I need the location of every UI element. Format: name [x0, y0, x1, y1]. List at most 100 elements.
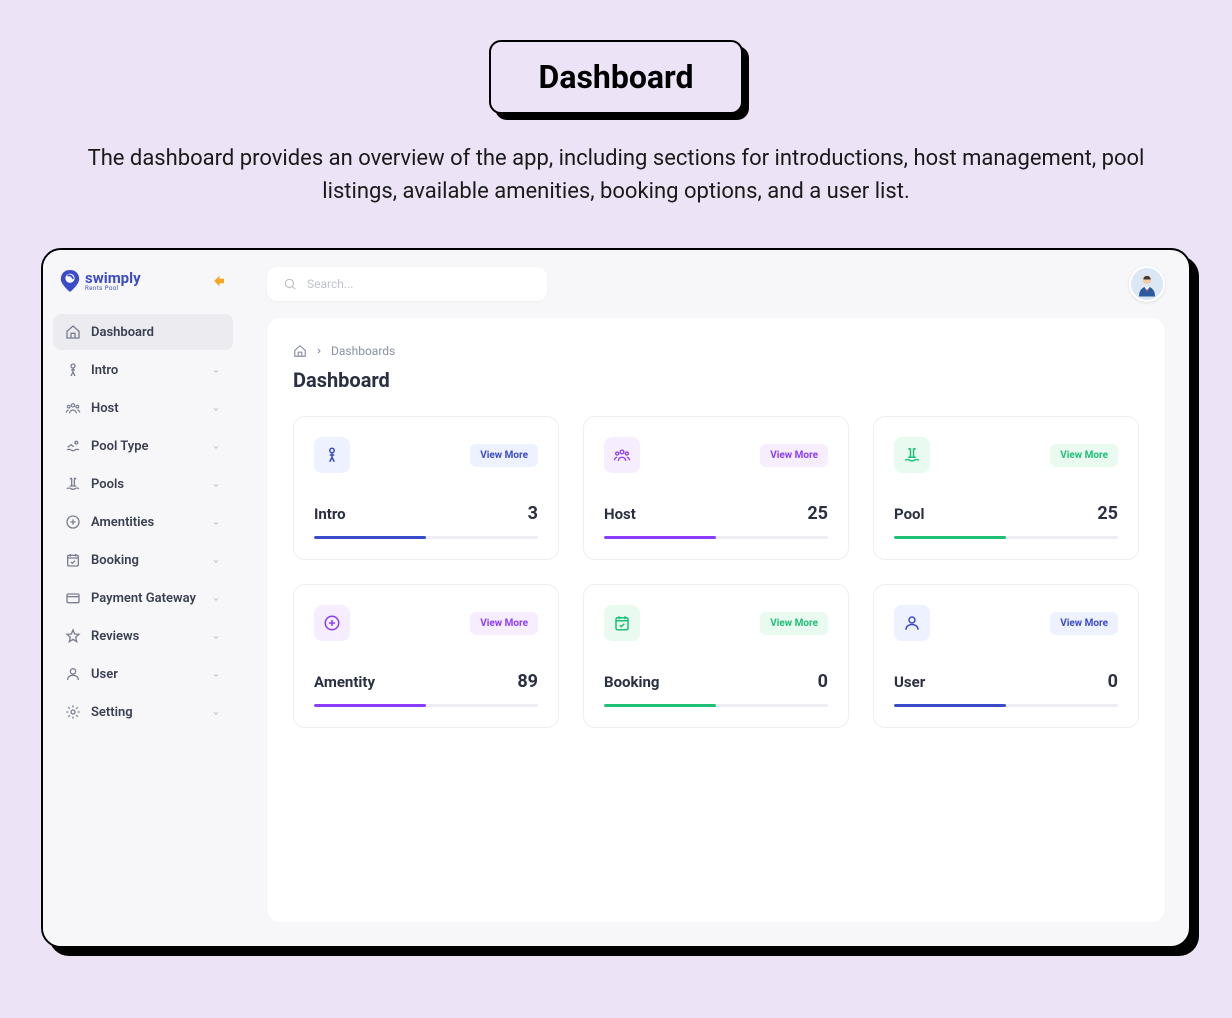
- chevron-down-icon: [211, 593, 221, 603]
- page-header-title: Dashboard: [489, 40, 744, 114]
- ladder-icon: [894, 437, 930, 473]
- sidebar-item-booking[interactable]: Booking: [53, 542, 233, 578]
- nav-list: Dashboard Intro Host Pool Type Pools Amentiti…: [53, 314, 233, 730]
- view-more-button[interactable]: View More: [760, 444, 828, 467]
- calendar-check-icon: [65, 552, 81, 568]
- chevron-down-icon: [211, 707, 221, 717]
- chevron-down-icon: [211, 365, 221, 375]
- sidebar-item-label: Pool Type: [91, 439, 149, 454]
- progress-bar: [604, 536, 828, 539]
- view-more-button[interactable]: View More: [1050, 444, 1118, 467]
- sidebar-item-label: Pools: [91, 477, 124, 492]
- person-icon: [65, 362, 81, 378]
- home-icon[interactable]: [293, 344, 307, 358]
- avatar-icon: [1131, 266, 1163, 302]
- sidebar-item-payment-gateway[interactable]: Payment Gateway: [53, 580, 233, 616]
- sidebar-item-label: Payment Gateway: [91, 591, 196, 606]
- content: Dashboards Dashboard View MoreIntro3View…: [267, 318, 1165, 922]
- chevron-down-icon: [211, 555, 221, 565]
- progress-bar: [314, 536, 538, 539]
- logo-tagline: Rents Pool: [85, 286, 141, 292]
- sidebar: swimply Rents Pool Dashboard Intro Host Poo…: [43, 250, 243, 946]
- ladder-icon: [65, 476, 81, 492]
- stat-card-user: View More User 0: [873, 584, 1139, 728]
- sidebar-item-host[interactable]: Host: [53, 390, 233, 426]
- progress-bar: [894, 536, 1118, 539]
- sidebar-item-label: User: [91, 667, 118, 682]
- chevron-down-icon: [211, 441, 221, 451]
- chevron-down-icon: [211, 479, 221, 489]
- search-box[interactable]: [267, 267, 547, 301]
- breadcrumb-current[interactable]: Dashboards: [331, 344, 395, 358]
- card-value: 89: [517, 671, 538, 692]
- view-more-button[interactable]: View More: [1050, 612, 1118, 635]
- sidebar-item-amentities[interactable]: Amentities: [53, 504, 233, 540]
- card-label: Booking: [604, 673, 659, 691]
- sidebar-item-setting[interactable]: Setting: [53, 694, 233, 730]
- credit-card-icon: [65, 590, 81, 606]
- calendar-check-icon: [604, 605, 640, 641]
- progress-bar: [314, 704, 538, 707]
- home-icon: [65, 324, 81, 340]
- logo-mark-icon: [59, 268, 81, 294]
- plus-circle-icon: [65, 514, 81, 530]
- gear-icon: [65, 704, 81, 720]
- stat-card-booking: View More Booking 0: [583, 584, 849, 728]
- sidebar-item-pools[interactable]: Pools: [53, 466, 233, 502]
- card-value: 0: [818, 671, 828, 692]
- avatar[interactable]: [1129, 266, 1165, 302]
- view-more-button[interactable]: View More: [470, 612, 538, 635]
- sidebar-item-intro[interactable]: Intro: [53, 352, 233, 388]
- person-icon: [314, 437, 350, 473]
- sidebar-item-label: Intro: [91, 363, 118, 378]
- card-label: User: [894, 673, 925, 691]
- arrow-left-icon: [209, 272, 227, 290]
- page-header-description: The dashboard provides an overview of th…: [41, 142, 1191, 208]
- sidebar-item-label: Amentities: [91, 515, 154, 530]
- sidebar-item-label: Dashboard: [91, 325, 154, 340]
- sidebar-item-dashboard[interactable]: Dashboard: [53, 314, 233, 350]
- card-value: 25: [807, 503, 828, 524]
- card-label: Amentity: [314, 673, 375, 691]
- plus-circle-icon: [314, 605, 350, 641]
- group-icon: [65, 400, 81, 416]
- user-icon: [65, 666, 81, 682]
- swim-icon: [65, 438, 81, 454]
- sidebar-item-label: Booking: [91, 553, 139, 568]
- group-icon: [604, 437, 640, 473]
- app-window: swimply Rents Pool Dashboard Intro Host Poo…: [41, 248, 1191, 948]
- breadcrumb: Dashboards: [293, 344, 1139, 358]
- sidebar-item-pool-type[interactable]: Pool Type: [53, 428, 233, 464]
- sidebar-item-reviews[interactable]: Reviews: [53, 618, 233, 654]
- view-more-button[interactable]: View More: [760, 612, 828, 635]
- sidebar-collapse-button[interactable]: [209, 272, 227, 290]
- sidebar-item-user[interactable]: User: [53, 656, 233, 692]
- card-value: 3: [528, 503, 538, 524]
- progress-bar: [894, 704, 1118, 707]
- chevron-right-icon: [315, 347, 323, 355]
- user-icon: [894, 605, 930, 641]
- page-title: Dashboard: [293, 368, 1139, 392]
- chevron-down-icon: [211, 517, 221, 527]
- card-label: Host: [604, 505, 636, 523]
- card-value: 0: [1108, 671, 1118, 692]
- stat-card-pool: View More Pool 25: [873, 416, 1139, 560]
- stat-card-amentity: View More Amentity 89: [293, 584, 559, 728]
- star-icon: [65, 628, 81, 644]
- stat-card-host: View More Host 25: [583, 416, 849, 560]
- card-label: Intro: [314, 505, 346, 523]
- cards-grid: View More Intro 3 View More Host 25 View More P…: [293, 416, 1139, 728]
- sidebar-item-label: Setting: [91, 705, 133, 720]
- card-value: 25: [1097, 503, 1118, 524]
- main: Dashboards Dashboard View MoreIntro3View…: [243, 250, 1189, 946]
- card-label: Pool: [894, 505, 924, 523]
- chevron-down-icon: [211, 631, 221, 641]
- sidebar-item-label: Reviews: [91, 629, 139, 644]
- sidebar-item-label: Host: [91, 401, 119, 416]
- view-more-button[interactable]: View More: [470, 444, 538, 467]
- logo[interactable]: swimply Rents Pool: [59, 268, 141, 294]
- search-input[interactable]: [307, 277, 531, 291]
- stat-card-intro: View More Intro 3: [293, 416, 559, 560]
- progress-bar: [604, 704, 828, 707]
- chevron-down-icon: [211, 403, 221, 413]
